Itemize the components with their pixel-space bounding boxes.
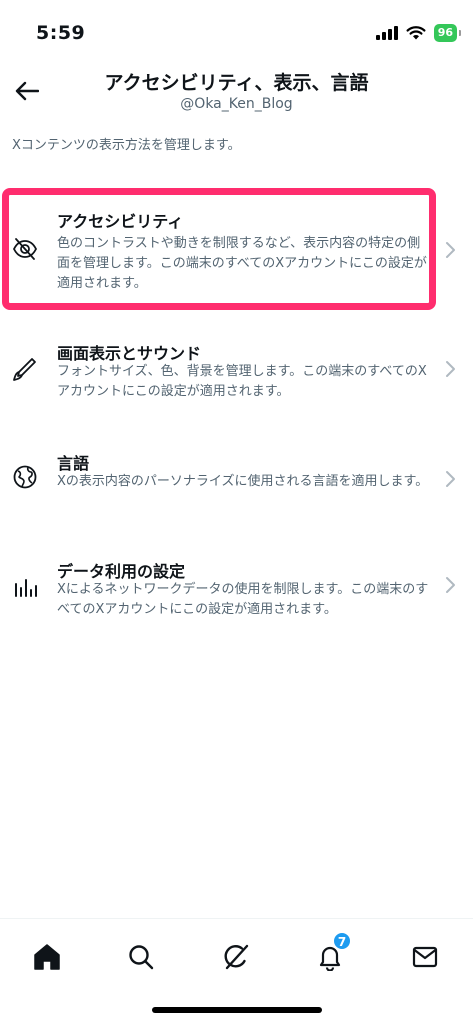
status-icons: 96: [375, 24, 462, 42]
notification-badge: 7: [332, 931, 352, 951]
search-icon: [129, 945, 154, 970]
item-description: Xの表示内容のパーソナライズに使用される言語を適用します。: [57, 474, 429, 489]
globe-icon: [12, 464, 38, 490]
chevron-right-icon: [446, 471, 455, 487]
item-title: 画面表示とサウンド: [57, 344, 202, 363]
bar-chart-icon: [12, 574, 38, 600]
grok-icon: [224, 944, 249, 970]
item-title: データ利用の設定: [57, 562, 186, 581]
status-time: 5:59: [36, 22, 86, 44]
account-handle: @Oka_Ken_Blog: [180, 96, 293, 112]
mail-icon: [412, 946, 438, 968]
settings-item-language[interactable]: 言語 Xの表示内容のパーソナライズに使用される言語を適用します。: [0, 446, 473, 516]
wifi-icon: [406, 26, 426, 40]
item-description: フォントサイズ、色、背景を管理します。この端末のすべてのXアカウントにこの設定が…: [57, 364, 427, 399]
chevron-right-icon: [446, 361, 455, 377]
nav-grok-button[interactable]: [216, 937, 256, 977]
page-description: Xコンテンツの表示方法を管理します。: [12, 138, 241, 153]
nav-notifications-button[interactable]: 7: [310, 931, 352, 977]
home-indicator: [152, 1007, 322, 1013]
settings-item-data-usage[interactable]: データ利用の設定 Xによるネットワークデータの使用を制限します。この端末のすべて…: [0, 554, 473, 624]
item-title: 言語: [57, 454, 90, 473]
eye-off-icon: [12, 236, 38, 262]
battery-indicator: 96: [433, 24, 462, 42]
home-icon: [34, 944, 60, 970]
page-title: アクセシビリティ、表示、言語: [104, 72, 369, 94]
nav-messages-button[interactable]: [405, 937, 445, 977]
chevron-right-icon: [446, 577, 455, 593]
item-description: Xによるネットワークデータの使用を制限します。この端末のすべてのXアカウントにこ…: [57, 582, 429, 617]
nav-home-button[interactable]: [27, 937, 67, 977]
settings-item-accessibility[interactable]: アクセシビリティ 色のコントラストや動きを制限するなど、表示内容の特定の側面を管…: [0, 200, 473, 300]
item-title: アクセシビリティ: [57, 212, 184, 231]
pen-brush-icon: [12, 356, 38, 382]
nav-search-button[interactable]: [121, 937, 161, 977]
settings-item-display-sound[interactable]: 画面表示とサウンド フォントサイズ、色、背景を管理します。この端末のすべてのXア…: [0, 336, 473, 416]
status-bar: 5:59 96: [0, 0, 473, 60]
signal-icon: [375, 26, 398, 40]
header: アクセシビリティ、表示、言語 @Oka_Ken_Blog: [0, 62, 473, 120]
chevron-right-icon: [446, 242, 455, 258]
item-description: 色のコントラストや動きを制限するなど、表示内容の特定の側面を管理します。この端末…: [57, 236, 427, 291]
